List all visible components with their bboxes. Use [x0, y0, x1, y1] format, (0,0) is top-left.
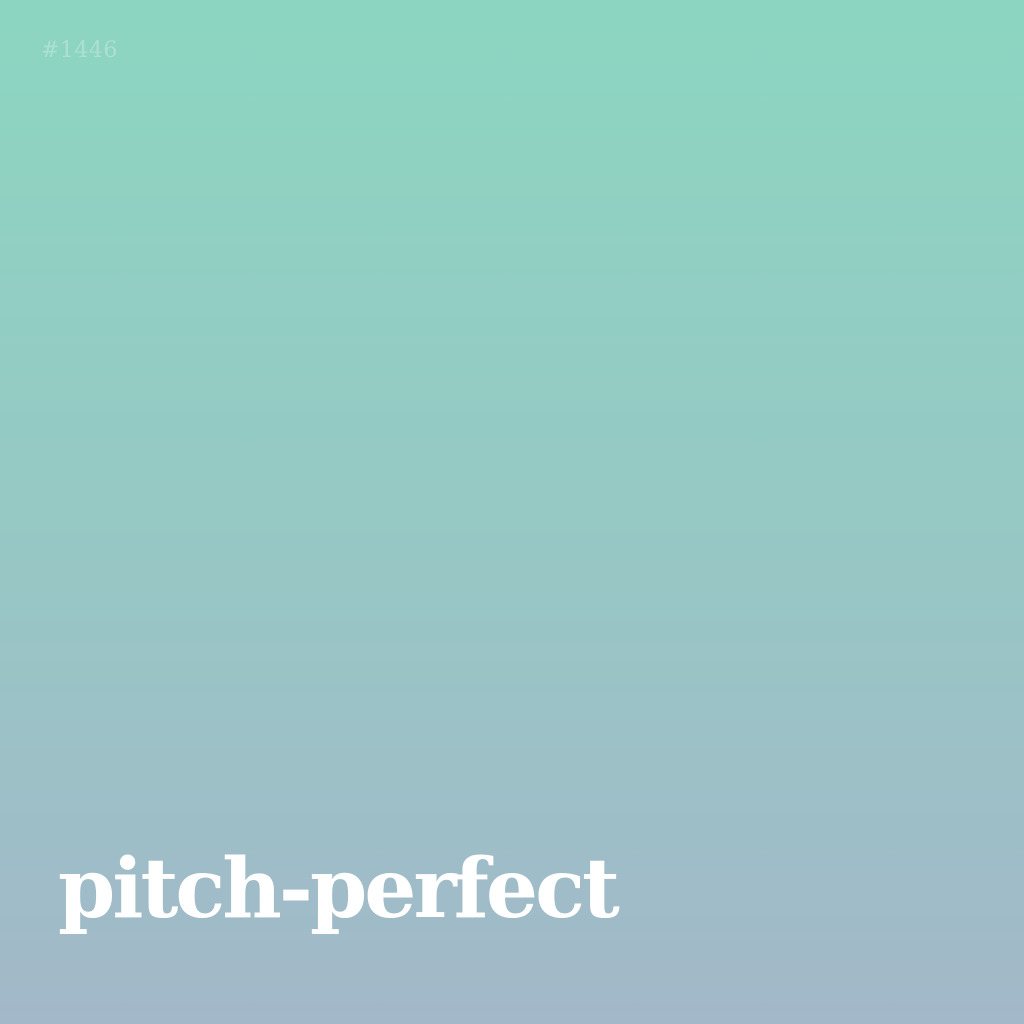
- card-word-title: pitch-perfect: [58, 841, 620, 937]
- word-card: #1446 pitch-perfect: [0, 0, 1024, 1024]
- card-index-label: #1446: [41, 38, 118, 63]
